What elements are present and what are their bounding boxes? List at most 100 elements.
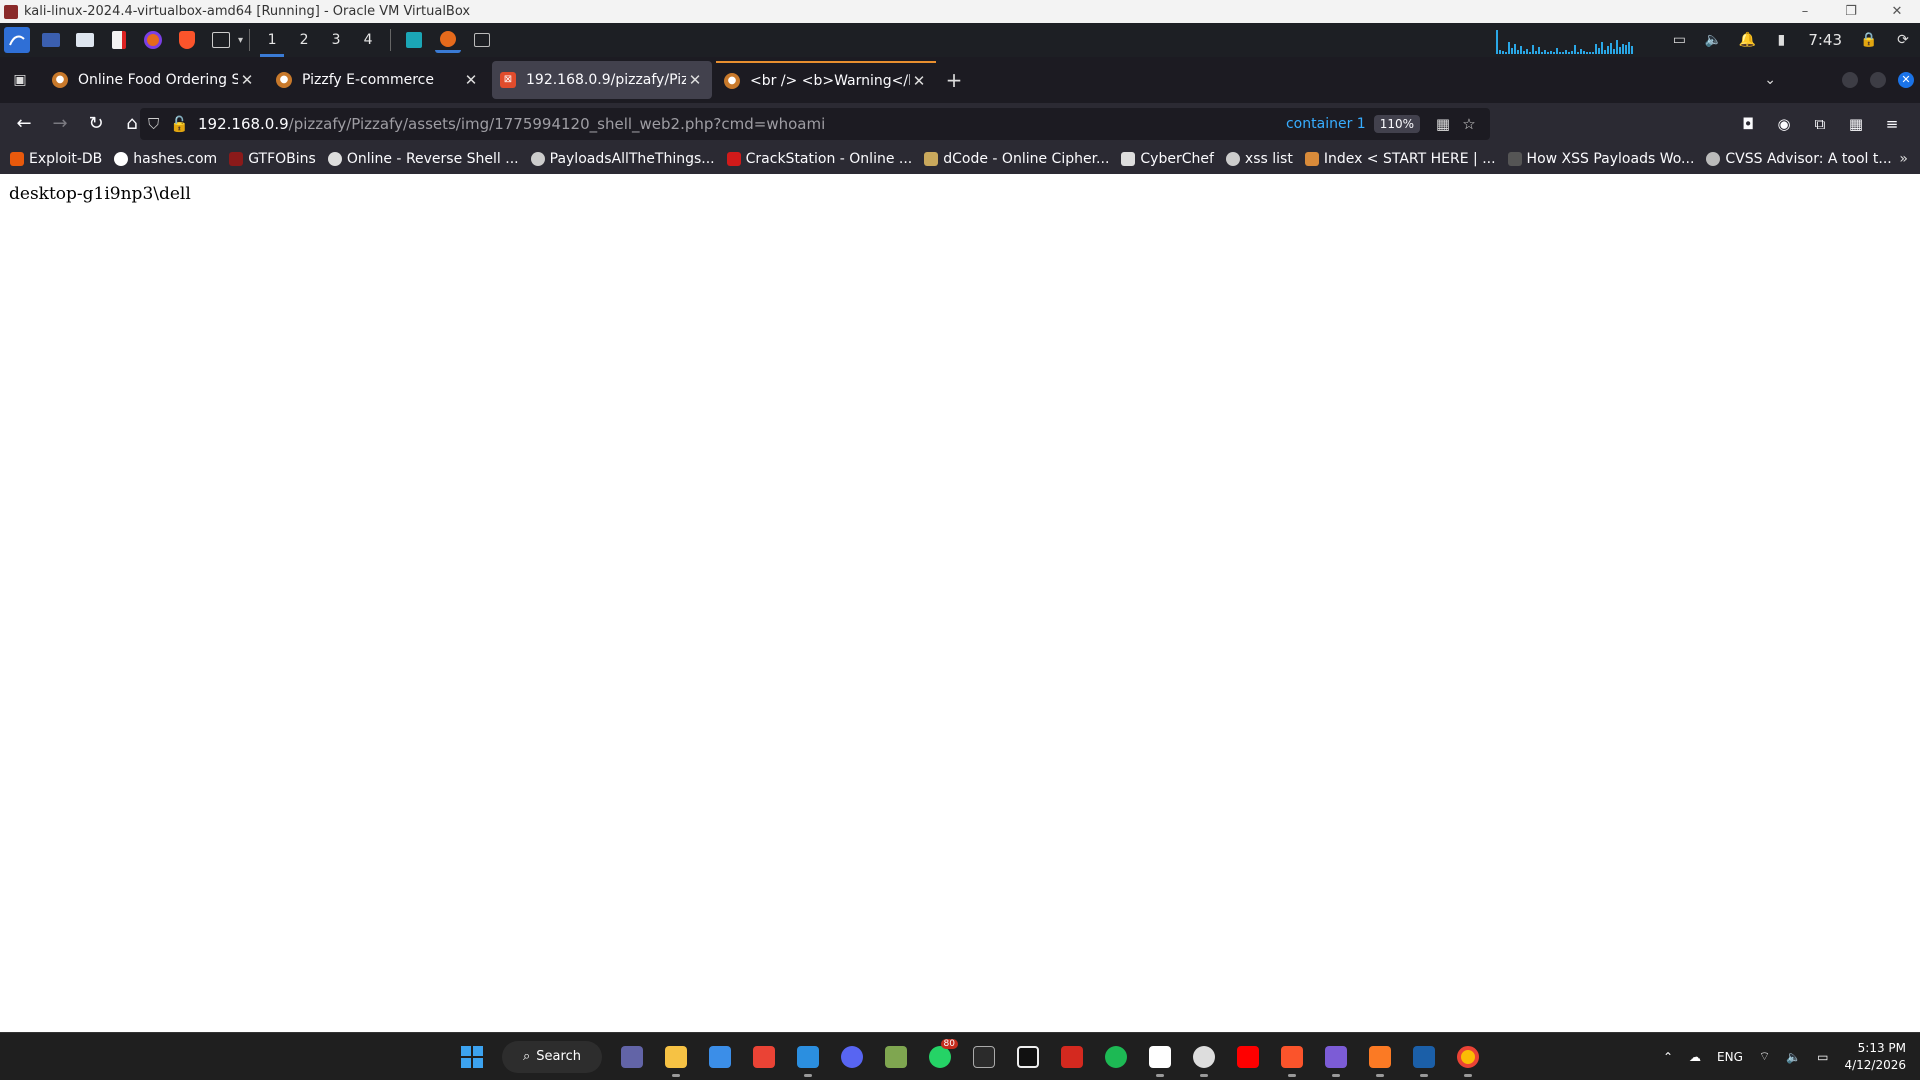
insecure-lock-icon[interactable]: 🔓 <box>170 115 192 133</box>
speaker-icon[interactable]: 🔈 <box>1786 1050 1801 1064</box>
url-path: /pizzafy/Pizzafy/assets/img/1775994120_s… <box>288 114 826 133</box>
bookmark-exploit-db[interactable]: Exploit-DB <box>10 151 102 167</box>
menu-icon[interactable]: ≡ <box>1874 115 1910 133</box>
bookmark-cvss-advisor[interactable]: CVSS Advisor: A tool t... <box>1706 151 1892 167</box>
kali-menu-icon[interactable] <box>4 27 30 53</box>
close-tab-icon[interactable]: ✕ <box>238 71 256 89</box>
close-window-button[interactable]: ✕ <box>1874 4 1920 19</box>
extensions-icon[interactable]: ⧉ <box>1802 115 1838 133</box>
vm-minimize-circle[interactable] <box>1842 72 1858 88</box>
url-bar[interactable]: ⛉ 🔓 192.168.0.9/pizzafy/Pizzafy/assets/i… <box>140 107 1490 140</box>
vm-close-circle[interactable]: ✕ <box>1898 72 1914 88</box>
vm-maximize-circle[interactable] <box>1870 72 1886 88</box>
power-icon[interactable]: ⟳ <box>1889 32 1917 48</box>
panel-clock[interactable]: 7:43 <box>1808 31 1842 49</box>
windows-start-icon[interactable] <box>454 1039 490 1075</box>
containers-icon[interactable]: ▦ <box>1838 115 1874 133</box>
cloud-icon[interactable]: ☁ <box>1689 1050 1701 1064</box>
tab-warning[interactable]: ● <br /> <b>Warning</b>: U ✕ <box>716 61 936 99</box>
chess-icon[interactable] <box>878 1039 914 1075</box>
bookmark-xss-list[interactable]: xss list <box>1225 151 1293 167</box>
workspace-4[interactable]: 4 <box>352 23 384 57</box>
close-tab-icon[interactable]: ✕ <box>462 71 480 89</box>
taskbar-clock[interactable]: 5:13 PM 4/12/2026 <box>1844 1040 1906 1074</box>
brave-icon[interactable] <box>174 27 200 53</box>
display-icon[interactable]: ▭ <box>1665 32 1693 48</box>
workspace-3[interactable]: 3 <box>320 23 352 57</box>
tab-pizzfy-ecommerce[interactable]: ● Pizzfy E-commerce ✕ <box>268 61 488 99</box>
workspace-1[interactable]: 1 <box>256 23 288 57</box>
close-tab-icon[interactable]: ✕ <box>686 71 704 89</box>
chevron-down-icon[interactable]: ▾ <box>238 35 243 46</box>
chevron-up-icon[interactable]: ⌃ <box>1663 1050 1673 1064</box>
list-all-tabs-icon[interactable]: ⌄ <box>1764 72 1776 88</box>
close-tab-icon[interactable]: ✕ <box>910 72 928 90</box>
notion-like-icon[interactable] <box>1010 1039 1046 1075</box>
bookmark-reverse-shell[interactable]: Online - Reverse Shell ... <box>327 151 519 167</box>
bookmark-cyberchef[interactable]: CyberChef <box>1121 151 1214 167</box>
bookmark-payloadsallthethings[interactable]: PayloadsAllTheThings... <box>530 151 715 167</box>
wifi-icon[interactable]: ⌔ <box>1759 1049 1770 1064</box>
more-bookmarks-icon[interactable]: » <box>1899 151 1908 167</box>
xampp-app-icon[interactable] <box>1362 1039 1398 1077</box>
brave-browser-icon[interactable] <box>1274 1039 1310 1077</box>
tab-online-food-ordering[interactable]: ● Online Food Ordering Sys ✕ <box>44 61 264 99</box>
file-explorer-icon[interactable] <box>658 1039 694 1077</box>
a-app-icon[interactable] <box>1142 1039 1178 1077</box>
new-tab-button[interactable]: + <box>936 68 972 92</box>
chrome-icon[interactable] <box>1450 1039 1486 1077</box>
index-icon <box>1304 152 1319 166</box>
tab-shell-active[interactable]: ⊠ 192.168.0.9/pizzafy/Pizza ✕ <box>492 61 712 99</box>
pocket-icon[interactable]: ◘ <box>1730 115 1766 133</box>
reload-button[interactable]: ↻ <box>78 113 114 134</box>
back-button[interactable]: ← <box>6 113 42 134</box>
vscode-icon[interactable] <box>790 1039 826 1077</box>
tracking-shield-icon[interactable]: ⛉ <box>148 115 170 133</box>
discord-icon[interactable] <box>834 1039 870 1075</box>
text-editor-icon[interactable] <box>106 27 132 53</box>
file-manager-icon[interactable] <box>72 27 98 53</box>
microsoft-store-icon[interactable] <box>702 1039 738 1075</box>
firefox-icon[interactable] <box>140 27 166 53</box>
minimize-button[interactable]: – <box>1782 4 1828 19</box>
bookmark-hashes[interactable]: hashes.com <box>114 151 217 167</box>
forward-button[interactable]: → <box>42 113 78 134</box>
obsidian-icon[interactable] <box>1318 1039 1354 1077</box>
window-title: kali-linux-2024.4-virtualbox-amd64 [Runn… <box>24 4 471 19</box>
zoom-indicator[interactable]: 110% <box>1373 114 1420 133</box>
account-icon[interactable]: ◉ <box>1766 115 1802 133</box>
battery-icon[interactable]: ▭ <box>1817 1050 1828 1064</box>
bookmark-star-icon[interactable]: ☆ <box>1456 115 1482 133</box>
qr-code-icon[interactable]: ▦ <box>1430 115 1456 133</box>
terminal-app-icon[interactable] <box>966 1039 1002 1075</box>
cpu-graph <box>1496 26 1646 54</box>
volume-icon[interactable]: 🔈 <box>1699 32 1727 48</box>
bookmark-index-start-here[interactable]: Index < START HERE | ... <box>1304 151 1496 167</box>
firefox-view-icon[interactable]: ▣ <box>0 72 40 88</box>
teams-icon[interactable] <box>614 1039 650 1075</box>
youtube-icon[interactable] <box>1230 1039 1266 1075</box>
gmail-icon[interactable] <box>746 1039 782 1075</box>
taskbar-search[interactable]: ⌕ Search <box>502 1040 602 1073</box>
container-label[interactable]: container 1 <box>1286 116 1366 132</box>
desktop-icon[interactable] <box>38 27 64 53</box>
lock-icon[interactable]: 🔒 <box>1855 32 1883 48</box>
terminal-window-icon[interactable] <box>469 27 495 53</box>
virtualbox-app-icon[interactable] <box>1406 1039 1442 1077</box>
bookmark-dcode[interactable]: dCode - Online Cipher... <box>924 151 1109 167</box>
language-indicator[interactable]: ENG <box>1717 1050 1743 1064</box>
bookmark-gtfobins[interactable]: GTFOBins <box>229 151 316 167</box>
workspace-2[interactable]: 2 <box>288 23 320 57</box>
app-icon-teal[interactable] <box>401 27 427 53</box>
whatsapp-icon[interactable]: 80 <box>922 1038 958 1075</box>
restore-button[interactable]: ❐ <box>1828 4 1874 19</box>
github-desktop-icon[interactable] <box>1186 1039 1222 1077</box>
bookmark-crackstation[interactable]: CrackStation - Online ... <box>726 151 912 167</box>
battery-icon[interactable]: ▮ <box>1767 32 1795 48</box>
bookmark-xss-payloads[interactable]: How XSS Payloads Wo... <box>1507 151 1694 167</box>
firefox-window-icon[interactable] <box>435 27 462 53</box>
terminal-icon[interactable] <box>208 27 234 53</box>
spotify-icon[interactable] <box>1098 1039 1134 1075</box>
dev-app-icon[interactable] <box>1054 1039 1090 1075</box>
notification-bell-icon[interactable]: 🔔 <box>1733 32 1761 48</box>
